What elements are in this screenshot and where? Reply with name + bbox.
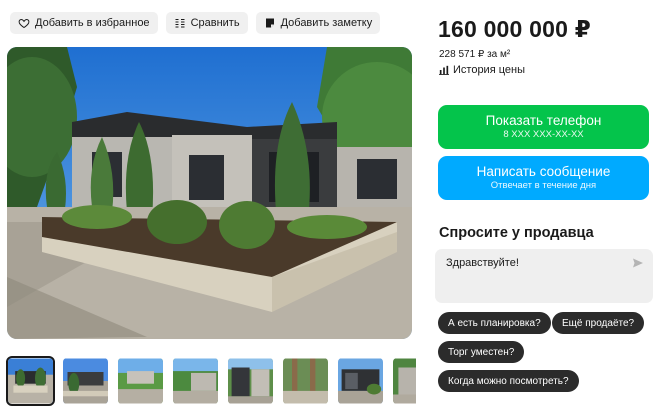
- add-note-label: Добавить заметку: [280, 17, 373, 29]
- bar-chart-icon: [439, 65, 449, 75]
- main-photo[interactable]: [7, 47, 412, 339]
- seller-message-input[interactable]: Здравствуйте!: [435, 249, 653, 303]
- seller-message-text: Здравствуйте!: [446, 257, 519, 269]
- heart-icon: [18, 18, 30, 29]
- thumbnail-image: [393, 358, 416, 404]
- thumbnail-image: [173, 358, 218, 404]
- thumbnail-image: [8, 358, 53, 404]
- quick-question-chip[interactable]: Ещё продаёте?: [552, 312, 645, 334]
- thumbnail-image: [228, 358, 273, 404]
- compare-button[interactable]: Сравнить: [165, 12, 248, 34]
- thumbnail-image: [63, 358, 108, 404]
- add-to-favorites-label: Добавить в избранное: [35, 17, 150, 29]
- quick-question-chip[interactable]: А есть планировка?: [438, 312, 551, 334]
- show-phone-button[interactable]: Показать телефон 8 XXX XXX-XX-XX: [438, 105, 649, 149]
- house-photo: [7, 47, 412, 339]
- thumbnail-4[interactable]: [171, 356, 220, 406]
- price-per-square-meter: 228 571 ₽ за м²: [439, 49, 511, 60]
- listing-toolbar: Добавить в избранное Сравнить Добавить з…: [10, 12, 381, 34]
- thumbnail-5[interactable]: [226, 356, 275, 406]
- quick-question-chip[interactable]: Когда можно посмотреть?: [438, 370, 579, 392]
- quick-question-chip[interactable]: Торг уместен?: [438, 341, 525, 363]
- masked-phone-number: 8 XXX XXX-XX-XX: [503, 129, 584, 140]
- thumbnail-image: [338, 358, 383, 404]
- write-message-label: Написать сообщение: [476, 164, 611, 179]
- photo-thumbnails: [6, 356, 416, 406]
- note-icon: [265, 18, 274, 28]
- thumbnail-6[interactable]: [281, 356, 330, 406]
- thumbnail-image: [118, 358, 163, 404]
- listing-price: 160 000 000 ₽: [438, 16, 591, 42]
- thumbnail-image: [283, 358, 328, 404]
- thumbnail-3[interactable]: [116, 356, 165, 406]
- show-phone-label: Показать телефон: [485, 113, 602, 128]
- send-icon[interactable]: [632, 257, 644, 269]
- compare-icon: [175, 18, 185, 28]
- thumbnail-8[interactable]: [391, 356, 416, 406]
- add-note-button[interactable]: Добавить заметку: [255, 12, 381, 34]
- thumbnail-2[interactable]: [61, 356, 110, 406]
- response-time-note: Отвечает в течение дня: [490, 180, 597, 191]
- ask-seller-title: Спросите у продавца: [439, 225, 594, 241]
- thumbnail-7[interactable]: [336, 356, 385, 406]
- add-to-favorites-button[interactable]: Добавить в избранное: [10, 12, 158, 34]
- thumbnail-1[interactable]: [6, 356, 55, 406]
- price-history-link[interactable]: История цены: [439, 64, 525, 76]
- price-history-label: История цены: [453, 64, 525, 76]
- write-message-button[interactable]: Написать сообщение Отвечает в течение дн…: [438, 156, 649, 200]
- compare-label: Сравнить: [190, 17, 240, 29]
